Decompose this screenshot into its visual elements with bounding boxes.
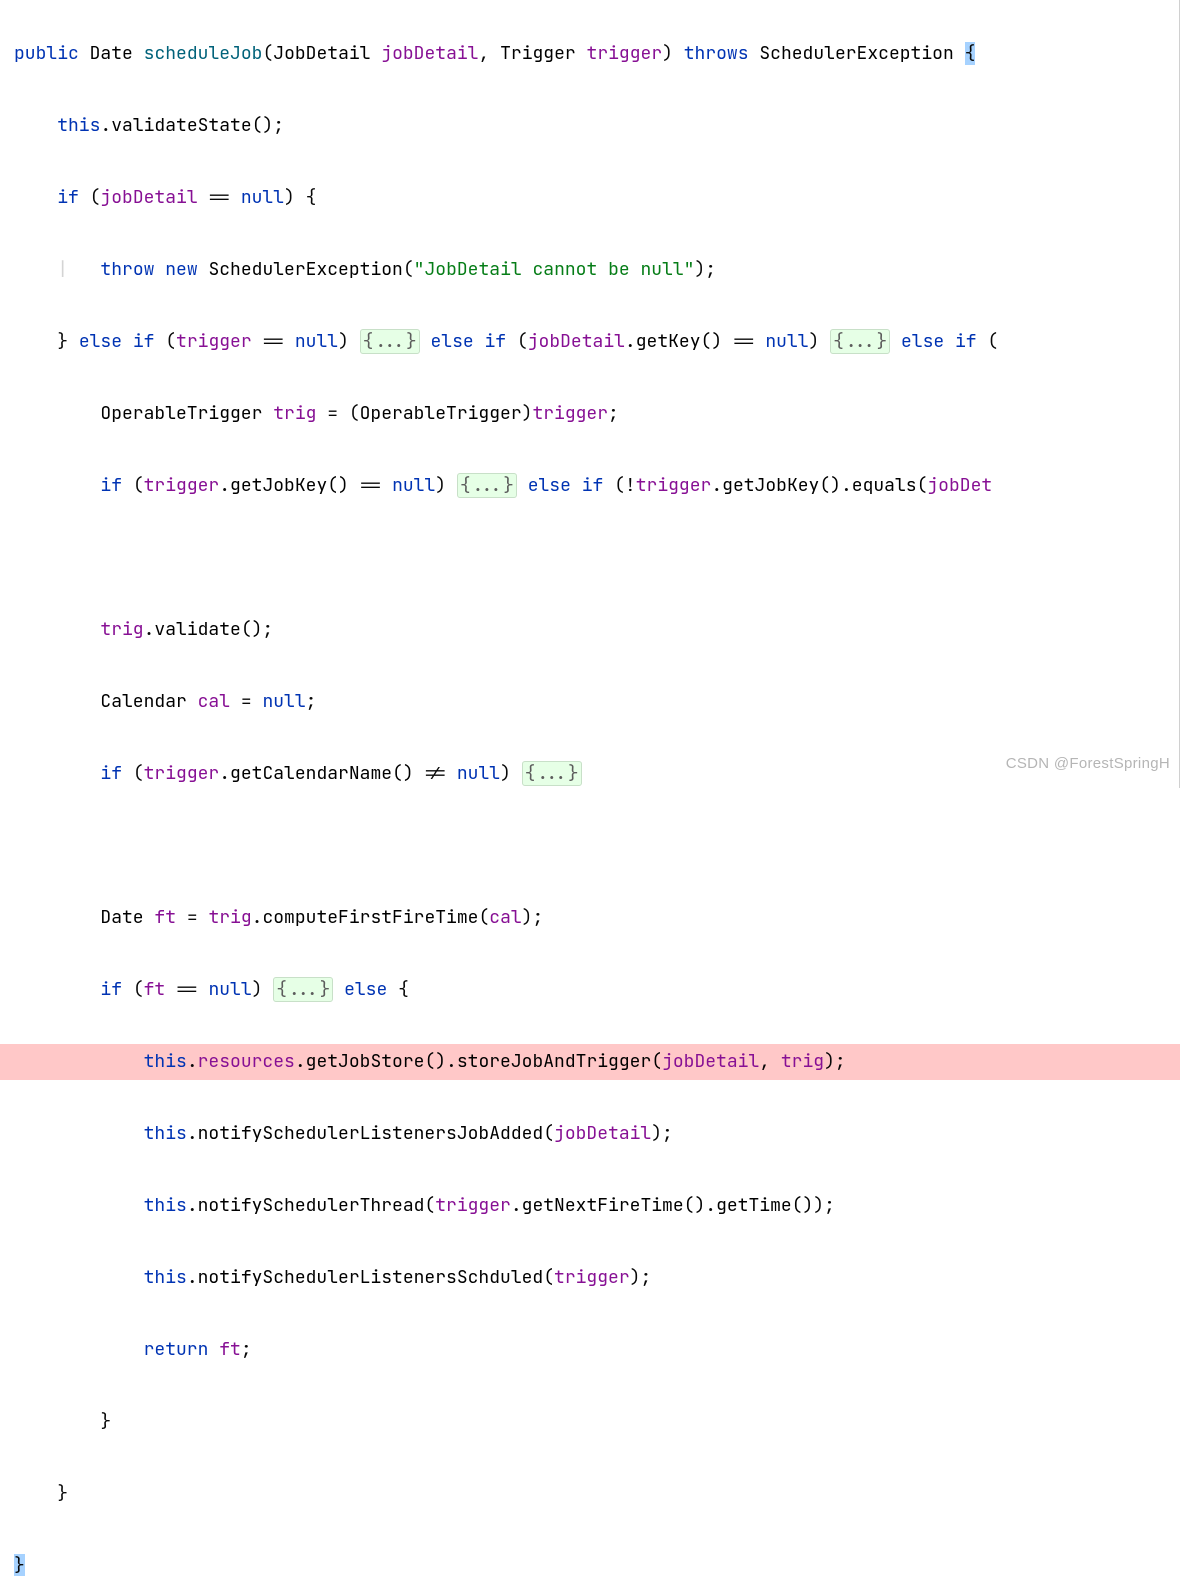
code-line: if (trigger.getCalendarName() != null) {… <box>0 756 1180 792</box>
code-line: this.notifySchedulerListenersSchduled(tr… <box>0 1260 1180 1296</box>
code-line-highlighted: this.resources.getJobStore().storeJobAnd… <box>0 1044 1180 1080</box>
fold-marker[interactable]: {...} <box>360 329 420 354</box>
code-line: if (trigger.getJobKey() == null) {...} e… <box>0 468 1180 504</box>
code-line: Calendar cal = null; <box>0 684 1180 720</box>
fold-marker[interactable]: {...} <box>457 473 517 498</box>
code-line-blank <box>0 540 1180 576</box>
brace-close-highlight: } <box>14 1554 25 1576</box>
code-line: | throw new SchedulerException("JobDetai… <box>0 252 1180 288</box>
code-line: if (ft == null) {...} else { <box>0 972 1180 1008</box>
code-line: Date ft = trig.computeFirstFireTime(cal)… <box>0 900 1180 936</box>
watermark: CSDN @ForestSpringH <box>1006 746 1170 782</box>
fold-marker[interactable]: {...} <box>830 329 890 354</box>
code-line: } <box>0 1404 1180 1440</box>
fold-marker[interactable]: {...} <box>273 977 333 1002</box>
code-line: return ft; <box>0 1332 1180 1368</box>
code-line: if (jobDetail == null) { <box>0 180 1180 216</box>
code-line: } <box>0 1476 1180 1512</box>
fold-marker[interactable]: {...} <box>522 761 582 786</box>
code-block: public Date scheduleJob(JobDetail jobDet… <box>0 0 1180 1576</box>
code-line: this.notifySchedulerListenersJobAdded(jo… <box>0 1116 1180 1152</box>
code-line: this.notifySchedulerThread(trigger.getNe… <box>0 1188 1180 1224</box>
code-line: public Date scheduleJob(JobDetail jobDet… <box>0 36 1180 72</box>
code-line: } <box>0 1548 1180 1576</box>
code-line: OperableTrigger trig = (OperableTrigger)… <box>0 396 1180 432</box>
code-line-blank <box>0 828 1180 864</box>
code-line: } else if (trigger == null) {...} else i… <box>0 324 1180 360</box>
brace-open-highlight: { <box>965 42 976 65</box>
code-line: this.validateState(); <box>0 108 1180 144</box>
code-line: trig.validate(); <box>0 612 1180 648</box>
